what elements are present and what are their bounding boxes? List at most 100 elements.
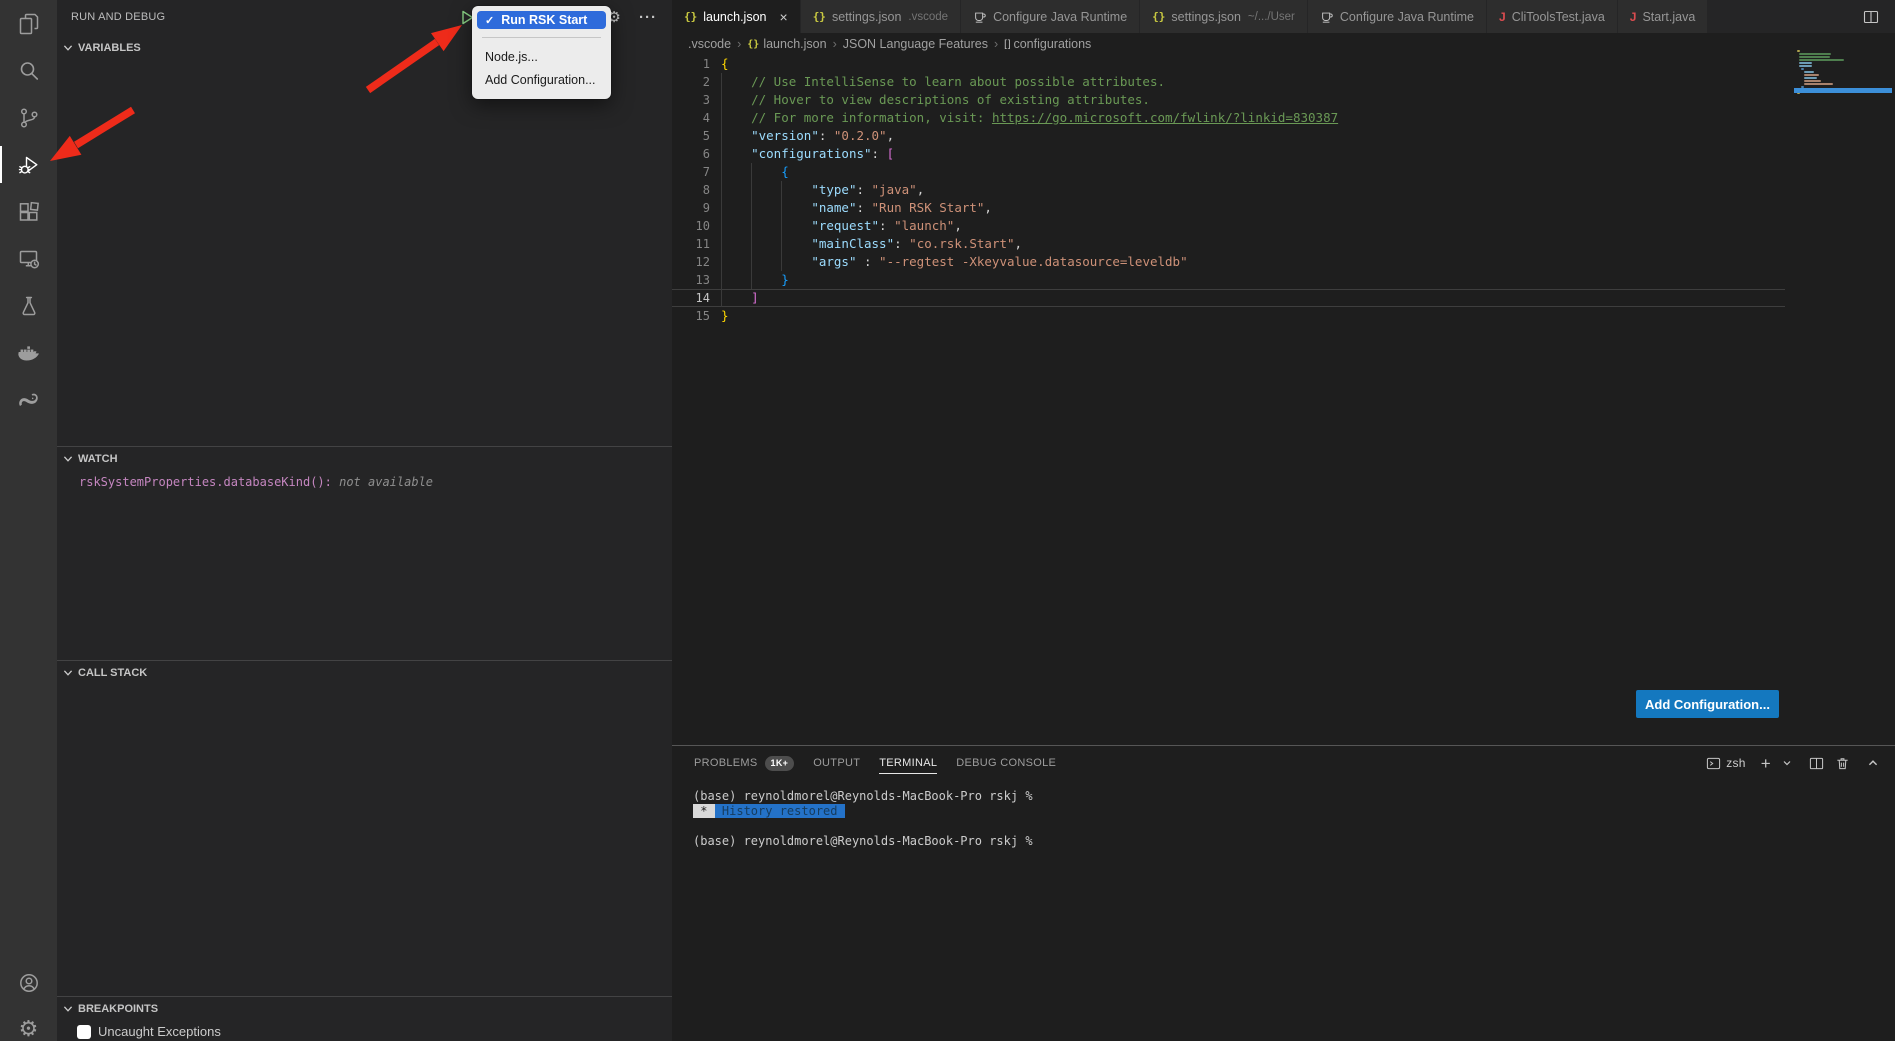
code-line-6[interactable]: 6 "configurations": [ [672, 145, 1785, 163]
line-number: 12 [672, 253, 710, 271]
problems-count-badge: 1K+ [765, 756, 795, 771]
line-number: 11 [672, 235, 710, 253]
split-editor-icon[interactable] [1863, 9, 1879, 25]
chevron-down-icon [62, 453, 74, 465]
new-terminal-icon[interactable]: + [1761, 755, 1771, 772]
code-line-10[interactable]: 10 "request": "launch", [672, 217, 1785, 235]
terminal-prompt-line: (base) reynoldmorel@Reynolds-MacBook-Pro… [693, 834, 1895, 849]
activity-bar-bottom: ⚙ [0, 959, 57, 1041]
editor-group: {}launch.json×{}settings.json.vscodeConf… [672, 0, 1895, 745]
terminal-output[interactable]: (base) reynoldmorel@Reynolds-MacBook-Pro… [672, 780, 1895, 849]
activity-item-testing[interactable] [0, 282, 57, 329]
line-number: 13 [672, 271, 710, 289]
sidebar-title: RUN AND DEBUG [71, 11, 165, 23]
activity-item-settings[interactable]: ⚙ [0, 1006, 57, 1041]
code-line-8[interactable]: 8 "type": "java", [672, 181, 1785, 199]
menu-item-run-rsk-start[interactable]: ✓ Run RSK Start [477, 11, 606, 29]
terminal-blank-line [693, 819, 1895, 834]
editor-tab-configure-java-runtime[interactable]: Configure Java Runtime [1308, 0, 1487, 33]
tab-label: launch.json [703, 10, 766, 24]
kill-terminal-trash-icon[interactable] [1835, 756, 1850, 771]
editor-tab-launch-json[interactable]: {}launch.json× [672, 0, 801, 33]
line-number: 14 [672, 289, 710, 307]
menu-item-add-configuration[interactable]: Add Configuration... [472, 69, 611, 92]
activity-item-run-and-debug[interactable] [0, 141, 57, 188]
activity-item-docker[interactable] [0, 329, 57, 376]
activity-item-remote-explorer[interactable] [0, 235, 57, 282]
activity-item-gradle[interactable] [0, 376, 57, 423]
add-configuration-button[interactable]: Add Configuration... [1636, 690, 1779, 718]
editor-tab-start-java[interactable]: JStart.java [1618, 0, 1709, 33]
terminal-history-restored-line: * History restored [693, 804, 1895, 819]
code-line-7[interactable]: 7 { [672, 163, 1785, 181]
line-number: 3 [672, 91, 710, 109]
code-line-14[interactable]: 14 ] [672, 289, 1785, 307]
panel-tab-terminal[interactable]: TERMINAL [877, 746, 939, 780]
watch-section: WATCH rskSystemProperties.databaseKind()… [57, 446, 672, 489]
maximize-panel-chevron-icon[interactable] [1867, 757, 1879, 769]
activity-item-search[interactable] [0, 47, 57, 94]
history-message: History restored [715, 804, 845, 818]
panel-tab-output[interactable]: OUTPUT [811, 746, 862, 780]
breadcrumb-item--vscode[interactable]: .vscode [688, 37, 731, 51]
code-line-12[interactable]: 12 "args" : "--regtest -Xkeyvalue.dataso… [672, 253, 1785, 271]
code-line-3[interactable]: 3 // Hover to view descriptions of exist… [672, 91, 1785, 109]
breadcrumb-item-configurations[interactable]: [ ]configurations [1004, 37, 1091, 51]
editor-tab-configure-java-runtime[interactable]: Configure Java Runtime [961, 0, 1140, 33]
breadcrumb-item-json-language-features[interactable]: JSON Language Features [843, 37, 988, 51]
tab-label: Start.java [1642, 10, 1695, 24]
code-line-9[interactable]: 9 "name": "Run RSK Start", [672, 199, 1785, 217]
close-tab-icon[interactable]: × [780, 10, 788, 24]
line-number: 4 [672, 109, 710, 127]
menu-item-nodejs[interactable]: Node.js... [472, 46, 611, 69]
code-line-1[interactable]: 1{ [672, 55, 1785, 73]
code-line-2[interactable]: 2 // Use IntelliSense to learn about pos… [672, 73, 1785, 91]
terminal-shell-item[interactable]: zsh [1706, 756, 1746, 771]
panel-tab-debug-console[interactable]: DEBUG CONSOLE [954, 746, 1058, 780]
code-line-15[interactable]: 15} [672, 307, 1785, 325]
watch-section-header[interactable]: WATCH [57, 447, 672, 470]
code-line-11[interactable]: 11 "mainClass": "co.rsk.Start", [672, 235, 1785, 253]
watch-value: not available [339, 475, 433, 489]
editor-tab-bar: {}launch.json×{}settings.json.vscodeConf… [672, 0, 1895, 33]
editor-tab-settings-json[interactable]: {}settings.json~/.../User [1140, 0, 1308, 33]
chevron-down-icon [62, 1003, 74, 1015]
minimap[interactable] [1797, 50, 1889, 95]
terminal-dropdown-chevron-icon[interactable] [1782, 758, 1792, 768]
panel-tab-problems[interactable]: PROBLEMS1K+ [692, 746, 796, 780]
uncaught-exceptions-label: Uncaught Exceptions [98, 1024, 221, 1039]
settings-gear-icon: ⚙ [19, 1019, 39, 1041]
explorer-icon [17, 12, 41, 36]
split-terminal-icon[interactable] [1809, 756, 1824, 771]
more-actions-icon[interactable]: ··· [639, 9, 657, 26]
code-line-5[interactable]: 5 "version": "0.2.0", [672, 127, 1785, 145]
extensions-icon [17, 200, 41, 224]
activity-item-extensions[interactable] [0, 188, 57, 235]
activity-item-account[interactable] [0, 959, 57, 1006]
docker-icon [16, 340, 42, 366]
activity-item-source-control[interactable] [0, 94, 57, 141]
checkmark-icon: ✓ [485, 14, 494, 27]
line-number: 9 [672, 199, 710, 217]
watch-expression-row[interactable]: rskSystemProperties.databaseKind(): not … [57, 475, 672, 489]
editor-tab-settings-json[interactable]: {}settings.json.vscode [801, 0, 961, 33]
editor-tab-clitoolstest-java[interactable]: JCliToolsTest.java [1487, 0, 1618, 33]
panel-tab-bar: PROBLEMS1K+ OUTPUT TERMINAL DEBUG CONSOLE z… [672, 746, 1895, 780]
uncaught-exceptions-checkbox[interactable] [77, 1025, 91, 1039]
activity-item-explorer[interactable] [0, 0, 57, 47]
chevron-down-icon [62, 667, 74, 679]
line-number: 8 [672, 181, 710, 199]
bottom-panel: PROBLEMS1K+ OUTPUT TERMINAL DEBUG CONSOLE z… [672, 745, 1895, 1041]
panel-actions: zsh + [1706, 755, 1895, 772]
run-and-debug-sidebar: RUN AND DEBUG ⚙ ··· VARIABLES WATCH rskS… [57, 0, 672, 1041]
code-line-4[interactable]: 4 // For more information, visit: https:… [672, 109, 1785, 127]
breakpoints-section-header[interactable]: BREAKPOINTS [57, 997, 672, 1020]
java-runtime-cup-icon [1320, 10, 1334, 24]
breadcrumb: .vscode›{}launch.json›JSON Language Feat… [672, 33, 1895, 55]
tab-label: settings.json [832, 10, 901, 24]
line-number: 10 [672, 217, 710, 235]
breadcrumb-item-launch-json[interactable]: {}launch.json [747, 37, 826, 51]
activity-bar: ⚙ [0, 0, 57, 1041]
code-line-13[interactable]: 13 } [672, 271, 1785, 289]
call-stack-section-header[interactable]: CALL STACK [57, 661, 672, 684]
